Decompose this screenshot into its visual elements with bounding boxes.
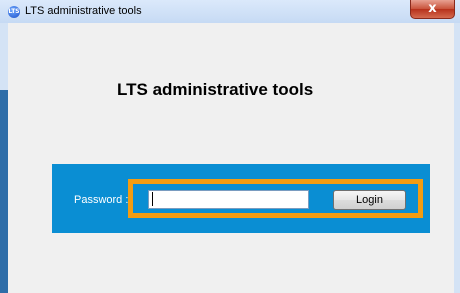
close-icon: x [428, 1, 437, 16]
text-caret [152, 192, 153, 206]
window-client-area [8, 23, 454, 293]
password-input[interactable] [148, 190, 309, 209]
app-window: LTS LTS administrative tools x LTS admin… [0, 0, 460, 293]
close-button[interactable]: x [410, 0, 455, 19]
page-title: LTS administrative tools [117, 80, 314, 99]
lts-app-icon: LTS [8, 6, 20, 18]
window-title: LTS administrative tools [25, 5, 142, 17]
left-window-edge [0, 90, 8, 293]
right-window-edge [454, 23, 460, 293]
title-bar[interactable]: LTS LTS administrative tools x [0, 0, 460, 23]
password-label: Password : [74, 194, 129, 206]
login-button[interactable]: Login [333, 190, 406, 210]
